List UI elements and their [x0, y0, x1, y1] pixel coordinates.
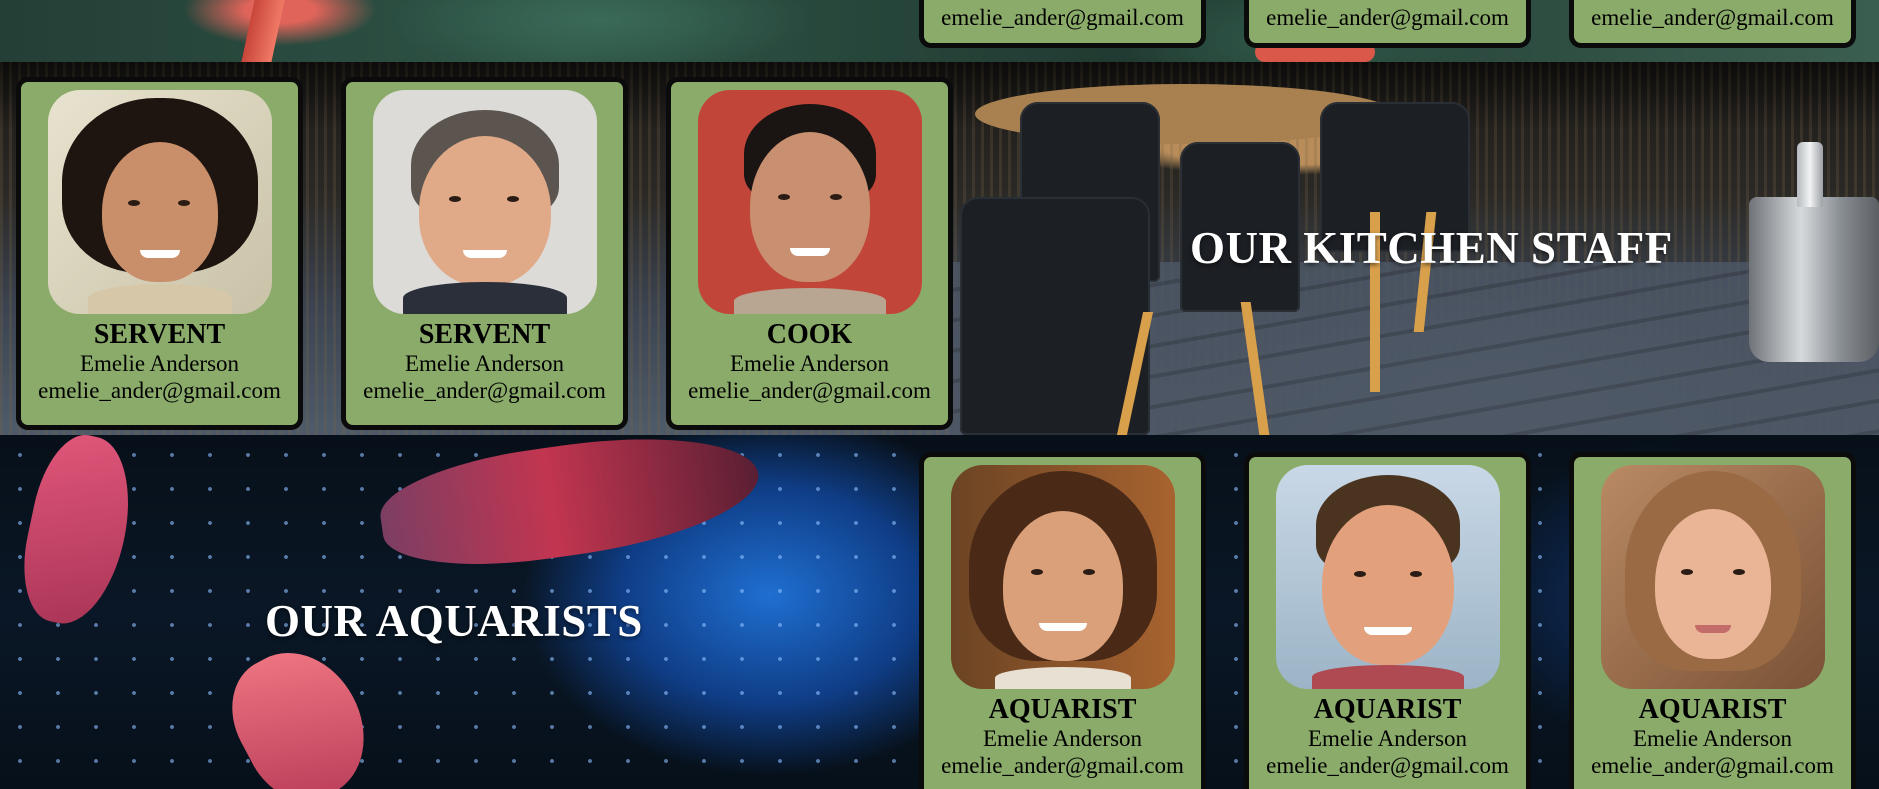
background-fish	[374, 435, 766, 581]
staff-card-partial: emelie_ander@gmail.com	[1569, 0, 1856, 48]
staff-name: Emelie Anderson	[982, 726, 1143, 751]
staff-email: emelie_ander@gmail.com	[941, 5, 1184, 30]
staff-email: emelie_ander@gmail.com	[38, 378, 281, 403]
staff-name: Emelie Anderson	[729, 351, 890, 376]
staff-role: AQUARIST	[1638, 694, 1787, 725]
staff-photo	[1600, 465, 1825, 689]
background-fish	[211, 630, 389, 789]
staff-photo	[697, 90, 922, 314]
staff-email: emelie_ander@gmail.com	[1591, 753, 1834, 778]
background-ice-bucket	[1749, 197, 1879, 362]
staff-email: emelie_ander@gmail.com	[363, 378, 606, 403]
background-flamingo	[241, 0, 285, 62]
staff-photo	[372, 90, 597, 314]
staff-photo	[47, 90, 272, 314]
previous-section-band: emelie_ander@gmail.com emelie_ander@gmai…	[0, 0, 1879, 62]
kitchen-staff-section: OUR KITCHEN STAFF SERVENT Emelie Anderso…	[0, 62, 1879, 435]
staff-card: AQUARIST Emelie Anderson emelie_ander@gm…	[1244, 452, 1531, 789]
staff-card: AQUARIST Emelie Anderson emelie_ander@gm…	[919, 452, 1206, 789]
staff-name: Emelie Anderson	[79, 351, 240, 376]
staff-role: AQUARIST	[1313, 694, 1462, 725]
section-title: OUR KITCHEN STAFF	[1190, 223, 1673, 273]
staff-name: Emelie Anderson	[1307, 726, 1468, 751]
background-bottle	[1797, 142, 1823, 207]
staff-card-partial: emelie_ander@gmail.com	[919, 0, 1206, 48]
staff-name: Emelie Anderson	[404, 351, 565, 376]
background-chair	[960, 197, 1150, 435]
staff-email: emelie_ander@gmail.com	[941, 753, 1184, 778]
staff-email: emelie_ander@gmail.com	[1266, 753, 1509, 778]
staff-photo	[950, 465, 1175, 689]
background-fish	[11, 435, 144, 633]
staff-card: AQUARIST Emelie Anderson emelie_ander@gm…	[1569, 452, 1856, 789]
section-title: OUR AQUARISTS	[265, 596, 643, 646]
staff-role: SERVENT	[418, 319, 551, 350]
staff-email: emelie_ander@gmail.com	[688, 378, 931, 403]
staff-name: Emelie Anderson	[1632, 726, 1793, 751]
staff-email: emelie_ander@gmail.com	[1266, 5, 1509, 30]
staff-role: COOK	[766, 319, 853, 350]
staff-card: SERVENT Emelie Anderson emelie_ander@gma…	[16, 77, 303, 430]
staff-card: SERVENT Emelie Anderson emelie_ander@gma…	[341, 77, 628, 430]
staff-email: emelie_ander@gmail.com	[1591, 5, 1834, 30]
staff-card-partial: emelie_ander@gmail.com	[1244, 0, 1531, 48]
staff-card: COOK Emelie Anderson emelie_ander@gmail.…	[666, 77, 953, 430]
aquarists-section: OUR AQUARISTS AQUARIST Emelie Anderson e…	[0, 435, 1879, 789]
staff-photo	[1275, 465, 1500, 689]
staff-role: SERVENT	[93, 319, 226, 350]
staff-role: AQUARIST	[988, 694, 1137, 725]
